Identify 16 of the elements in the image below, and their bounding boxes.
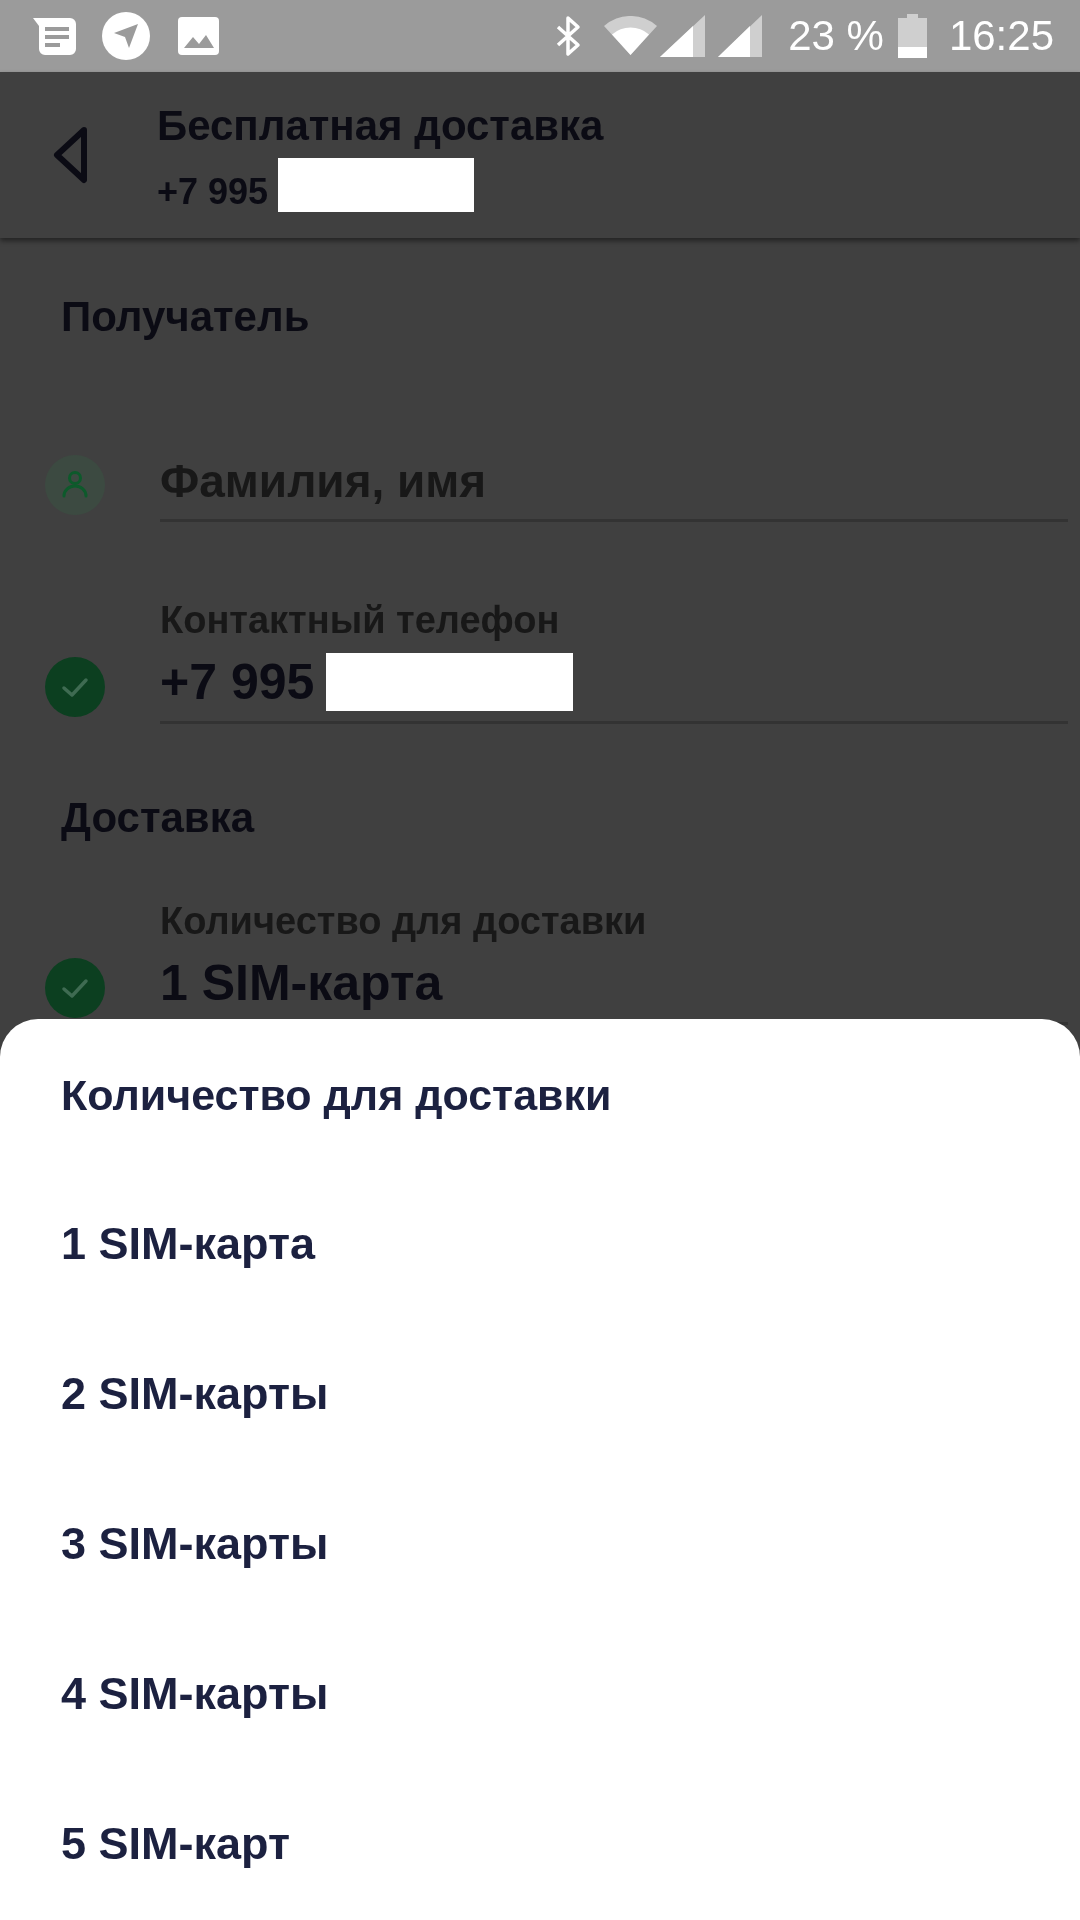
paper-plane-icon: [102, 12, 150, 60]
notes-icon: [33, 17, 76, 55]
option-item[interactable]: 1 SIM-карта: [0, 1169, 1080, 1319]
image-icon: [178, 17, 219, 55]
clock: 16:25: [948, 12, 1054, 60]
wifi-icon: [604, 16, 658, 56]
sheet-title: Количество для доставки: [61, 1070, 612, 1121]
signal-icon: [718, 15, 763, 57]
battery-icon: [897, 14, 927, 58]
back-icon[interactable]: [52, 126, 89, 184]
option-item[interactable]: 2 SIM-карты: [0, 1319, 1080, 1469]
signal-icon: [660, 15, 706, 57]
battery-percentage: 23 %: [788, 12, 884, 60]
option-item[interactable]: 4 SIM-карты: [0, 1619, 1080, 1769]
option-item[interactable]: 3 SIM-карты: [0, 1469, 1080, 1619]
option-item[interactable]: 5 SIM-карт: [0, 1769, 1080, 1919]
